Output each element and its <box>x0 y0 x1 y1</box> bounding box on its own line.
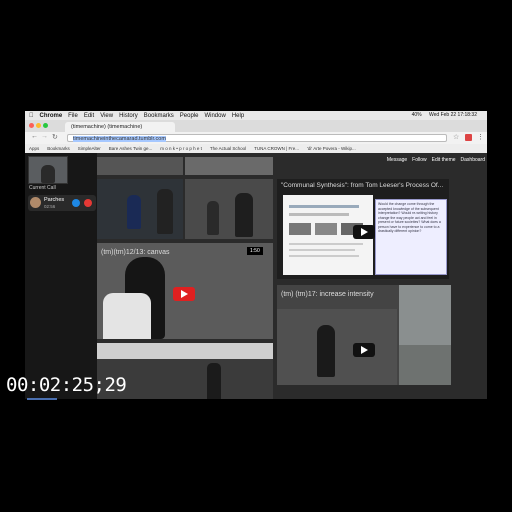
url-text: timemachineinthecamarad.tumblr.com <box>73 136 166 142</box>
post-photo-room[interactable] <box>185 179 273 239</box>
play-button-icon[interactable] <box>173 287 195 301</box>
tab-timemachine[interactable]: (timemachine) (timemachine) <box>65 122 175 132</box>
edit-theme-button[interactable]: Edit theme <box>432 157 456 163</box>
battery-level: 40% <box>411 112 422 118</box>
doc-line <box>289 243 363 245</box>
call-duration: 02:56 <box>44 204 56 209</box>
avatar <box>30 197 41 208</box>
post-video-canvas[interactable]: (tm)(tm)12/13: canvas 1:50 <box>97 243 273 339</box>
minimize-window-icon[interactable] <box>36 123 41 128</box>
photo-figure <box>207 201 219 235</box>
post-video-communal-synthesis[interactable]: "Communal Synthesis": from Tom Leeser's … <box>277 179 449 279</box>
menu-history[interactable]: History <box>119 113 138 119</box>
video-frame-right <box>399 285 451 385</box>
road-detail <box>399 345 451 385</box>
tumblr-controls: Message Follow Edit theme Dashboard <box>387 156 485 164</box>
forward-arrow-icon[interactable]: → <box>41 133 48 140</box>
photo-figure <box>157 189 173 234</box>
bookmark-bookmarks[interactable]: Bookmarks <box>47 146 70 151</box>
window-controls <box>29 123 48 128</box>
address-bar-row: ← → ↻ timemachineinthecamarad.tumblr.com… <box>25 132 487 144</box>
bookmark-actual-school[interactable]: The Actual School <box>210 146 246 151</box>
timecode: 00:02:25;29 <box>6 374 127 396</box>
video-figure-clothing <box>103 293 151 339</box>
screen-recording:  Chrome File Edit View History Bookmark… <box>25 111 487 399</box>
message-button[interactable]: Message <box>387 157 407 163</box>
post-title: (tm) (tm)17: increase intensity <box>281 291 374 298</box>
video-frame-left <box>277 309 397 385</box>
post-title: "Communal Synthesis": from Tom Leeser's … <box>281 182 444 189</box>
ceiling-lights <box>97 343 273 359</box>
post-video-increase-intensity[interactable]: (tm) (tm)17: increase intensity <box>277 285 451 385</box>
menu-help[interactable]: Help <box>232 113 244 119</box>
apple-icon[interactable]:  <box>29 113 34 119</box>
photo-figure <box>235 193 253 237</box>
document-side-text-box: Would the change come through the accept… <box>375 199 447 275</box>
caller-name: Parches <box>44 197 65 203</box>
bookmark-monk-prophet[interactable]: m o n k • p r o p h e t <box>160 146 202 151</box>
extension-icon[interactable] <box>465 134 472 141</box>
menu-people[interactable]: People <box>180 113 199 119</box>
browser-tab-bar: (timemachine) (timemachine) <box>25 120 487 132</box>
menu-bookmarks[interactable]: Bookmarks <box>144 113 174 119</box>
call-info-icon[interactable] <box>72 199 80 207</box>
dashboard-button[interactable]: Dashboard <box>461 157 485 163</box>
menu-status-area: 40% Wed Feb 22 17:18:32 <box>412 111 483 120</box>
webcam-figure <box>41 165 55 183</box>
video-figure <box>207 363 221 399</box>
document-side-text: Would the change come through the accept… <box>378 202 441 233</box>
bookmark-tuna-crown[interactable]: TUNA CROWN | Fre... <box>254 146 299 151</box>
back-arrow-icon[interactable]: ← <box>31 133 38 140</box>
photo-figure <box>127 195 141 229</box>
bookmark-bare-ashes[interactable]: Bare Ashes Twin ge... <box>109 146 152 151</box>
current-call-label: Current Call <box>29 185 56 191</box>
video-figure <box>317 325 335 377</box>
doc-line <box>289 213 349 216</box>
hang-up-icon[interactable] <box>84 199 92 207</box>
call-side-panel: Current Call Parches 02:56 <box>25 153 97 399</box>
doc-image <box>315 223 337 235</box>
reload-icon[interactable]: ↻ <box>52 133 58 141</box>
bookmark-simplealter[interactable]: SimpleAlter <box>78 146 101 151</box>
doc-line <box>289 205 359 208</box>
doc-line <box>289 249 355 251</box>
url-input[interactable]: timemachineinthecamarad.tumblr.com <box>67 134 447 142</box>
mac-menu-bar:  Chrome File Edit View History Bookmark… <box>25 111 487 120</box>
doc-image <box>289 223 311 235</box>
post-thumbnail-top-a[interactable] <box>97 157 183 175</box>
menu-app-name[interactable]: Chrome <box>40 113 63 119</box>
duration-badge: 1:50 <box>247 247 263 255</box>
play-button-icon[interactable] <box>353 343 375 357</box>
zoom-window-icon[interactable] <box>43 123 48 128</box>
play-button-icon[interactable] <box>353 225 375 239</box>
webcam-preview <box>28 156 68 184</box>
tab-title: (timemachine) (timemachine) <box>71 124 143 130</box>
menu-file[interactable]: File <box>68 113 78 119</box>
menu-view[interactable]: View <box>100 113 113 119</box>
bookmark-arte-povera[interactable]: 'di' Arte Povera - Wikip... <box>307 146 356 151</box>
doc-line <box>289 255 359 257</box>
follow-button[interactable]: Follow <box>412 157 426 163</box>
star-icon[interactable]: ☆ <box>453 133 459 141</box>
bookmark-apps[interactable]: Apps <box>29 146 39 151</box>
post-thumbnail-top-b[interactable] <box>185 157 273 175</box>
current-call-entry[interactable]: Parches 02:56 <box>28 195 96 211</box>
menu-edit[interactable]: Edit <box>84 113 94 119</box>
menu-clock: Wed Feb 22 17:18:32 <box>429 112 477 118</box>
post-photo-group[interactable] <box>97 179 183 239</box>
close-window-icon[interactable] <box>29 123 34 128</box>
post-title: (tm)(tm)12/13: canvas <box>101 249 170 256</box>
progress-underline <box>27 398 57 400</box>
menu-window[interactable]: Window <box>204 113 225 119</box>
chrome-menu-icon[interactable]: ⋮ <box>477 133 484 141</box>
